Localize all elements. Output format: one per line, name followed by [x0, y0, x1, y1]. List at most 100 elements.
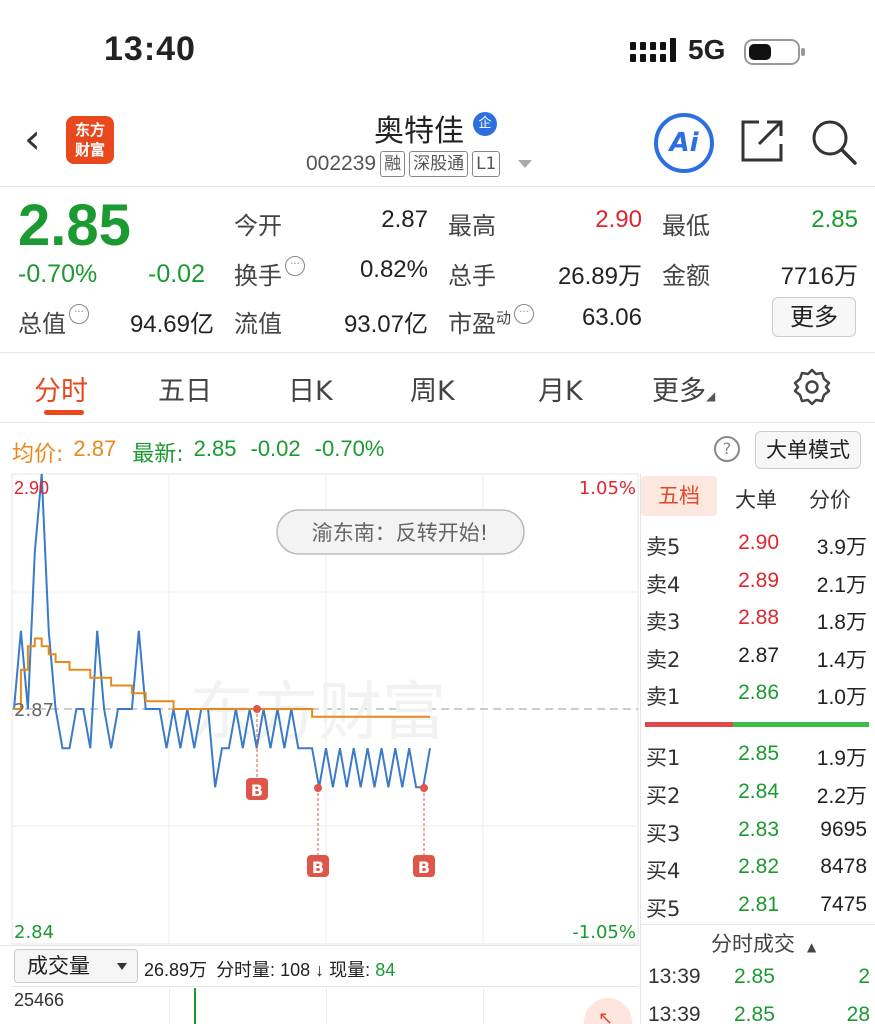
level-price: 2.82: [738, 855, 779, 879]
arrow-icon: ↖: [598, 1008, 614, 1024]
level-volume: 3.9万: [816, 536, 867, 559]
info-icon[interactable]: ···: [69, 304, 89, 324]
bid-row[interactable]: 买4 2.82 8478: [641, 855, 875, 889]
quote-value: 2.85: [811, 206, 858, 233]
buy-marker-label: B: [251, 781, 263, 800]
buy-marker-dot: [253, 705, 261, 713]
market-cap-value: 94.69亿: [129, 311, 214, 338]
last-price: 2.85: [18, 193, 131, 258]
more-button[interactable]: 更多: [772, 297, 856, 337]
level-price: 2.88: [738, 606, 779, 629]
tag-level: L1: [472, 151, 501, 177]
share-icon[interactable]: [739, 118, 785, 164]
quote-value: 26.89万: [557, 263, 642, 290]
tab-more[interactable]: 更多◢: [652, 369, 715, 408]
tab-price-distribution[interactable]: 分价: [809, 484, 851, 514]
quote-value: 2.90: [595, 206, 642, 233]
signal-icon: [630, 38, 676, 62]
search-icon[interactable]: [810, 118, 858, 166]
quote-label: 总手: [448, 262, 496, 290]
tick-price: 2.85: [734, 1003, 775, 1024]
float-cap-label: 流值: [234, 310, 282, 338]
active-tab-indicator: [44, 410, 84, 415]
expand-button[interactable]: ↖: [584, 998, 632, 1024]
tick-volume: 28: [846, 1003, 870, 1024]
bid-row[interactable]: 买2 2.84 2.2万: [641, 780, 875, 814]
tab-big-orders[interactable]: 大单: [735, 484, 777, 514]
level-volume: 2.2万: [816, 784, 867, 808]
float-cap-value: 93.07亿: [343, 311, 428, 338]
volume-frame: [12, 986, 638, 987]
tab-monthly-k[interactable]: 月K: [538, 369, 583, 408]
level-label: 卖3: [646, 610, 681, 634]
quote-value: 7716万: [780, 263, 858, 290]
buy-marker[interactable]: B: [413, 784, 435, 877]
network-label: 5G: [688, 34, 726, 65]
quote-label: 金额: [662, 262, 710, 290]
tag-margin: 融: [380, 151, 406, 177]
level-label: 买4: [646, 859, 681, 884]
tick-time: 13:39: [648, 1003, 701, 1024]
divider: [0, 422, 875, 423]
gear-icon[interactable]: [793, 368, 831, 406]
bid-row[interactable]: 买1 2.85 1.9万: [641, 742, 875, 776]
tick-price: 2.85: [734, 965, 775, 988]
intraday-chart[interactable]: 东方财富 2.90 2.87 2.84 1.05% -1.05% 渝东南：反转开…: [0, 472, 640, 946]
quote-label: 最低: [662, 212, 710, 240]
chevron-up-icon: ▲: [807, 940, 817, 954]
ai-button[interactable]: Ai: [654, 113, 714, 173]
tab-weekly-k[interactable]: 周K: [410, 369, 455, 408]
level-label: 卖2: [646, 647, 681, 672]
quote-label: 最高: [448, 212, 496, 240]
level-label: 卖1: [646, 685, 681, 709]
stock-code-row[interactable]: 002239 融 深股通 L1: [306, 151, 533, 177]
battery-icon: [744, 39, 805, 65]
chevron-down-icon: [117, 963, 127, 970]
level-volume: 2.1万: [816, 573, 867, 597]
stock-name: 奥特佳: [374, 114, 464, 149]
logo-line-1: 东方: [74, 121, 105, 139]
level-price: 2.85: [738, 742, 779, 765]
avg-price-row: 均价: 2.87 最新: 2.85 -0.02 -0.70%: [12, 436, 384, 468]
ask-row[interactable]: 卖3 2.88 1.8万: [641, 606, 875, 640]
tag-connect: 深股通: [409, 151, 469, 177]
latest-percent: -0.70%: [314, 436, 385, 461]
ask-row[interactable]: 卖2 2.87 1.4万: [641, 644, 875, 678]
volume-indicator-select[interactable]: 成交量: [14, 949, 138, 983]
divider: [0, 186, 875, 187]
info-icon[interactable]: ···: [285, 256, 305, 276]
big-order-mode-button[interactable]: 大单模式: [755, 431, 861, 469]
bid-row[interactable]: 买5 2.81 7475: [641, 893, 875, 927]
latest-value: 2.85: [193, 436, 237, 461]
grid-line: [326, 986, 327, 1024]
info-icon[interactable]: ···: [514, 304, 535, 324]
help-icon[interactable]: ?: [714, 436, 740, 462]
level-price: 2.81: [738, 893, 779, 917]
volume-bar: [194, 988, 196, 1024]
ask-row[interactable]: 卖4 2.89 2.1万: [641, 569, 875, 603]
current-volume-value: 84: [375, 960, 396, 980]
tab-intraday[interactable]: 分时: [34, 369, 88, 408]
back-icon[interactable]: ‹: [24, 118, 41, 160]
bid-row[interactable]: 买3 2.83 9695: [641, 818, 875, 852]
current-volume-label: 现量:: [329, 960, 371, 980]
tab-daily-k[interactable]: 日K: [288, 369, 333, 408]
tick-volume: 2: [858, 965, 870, 988]
tick-list-title[interactable]: 分时成交 ▲: [711, 928, 816, 958]
volume-max-label: 25466: [14, 990, 65, 1010]
level-label: 卖4: [646, 572, 681, 597]
grid-line: [483, 986, 484, 1024]
level-label: 买5: [646, 897, 681, 922]
y-label-bottom: 2.84: [14, 922, 54, 943]
tab-five-levels[interactable]: 五档: [641, 476, 717, 516]
avg-label: 均价:: [12, 442, 64, 467]
chevron-down-icon: [518, 160, 533, 168]
tick-list-title-label: 分时成交: [711, 932, 795, 956]
tab-five-day[interactable]: 五日: [158, 369, 212, 408]
quote-label: 今开: [234, 212, 282, 240]
ask-row[interactable]: 卖1 2.86 1.0万: [641, 681, 875, 715]
level-label: 买3: [646, 821, 681, 846]
level-volume: 1.0万: [816, 686, 867, 709]
enterprise-badge-icon: 企: [473, 112, 497, 136]
ask-row[interactable]: 卖5 2.90 3.9万: [641, 531, 875, 565]
